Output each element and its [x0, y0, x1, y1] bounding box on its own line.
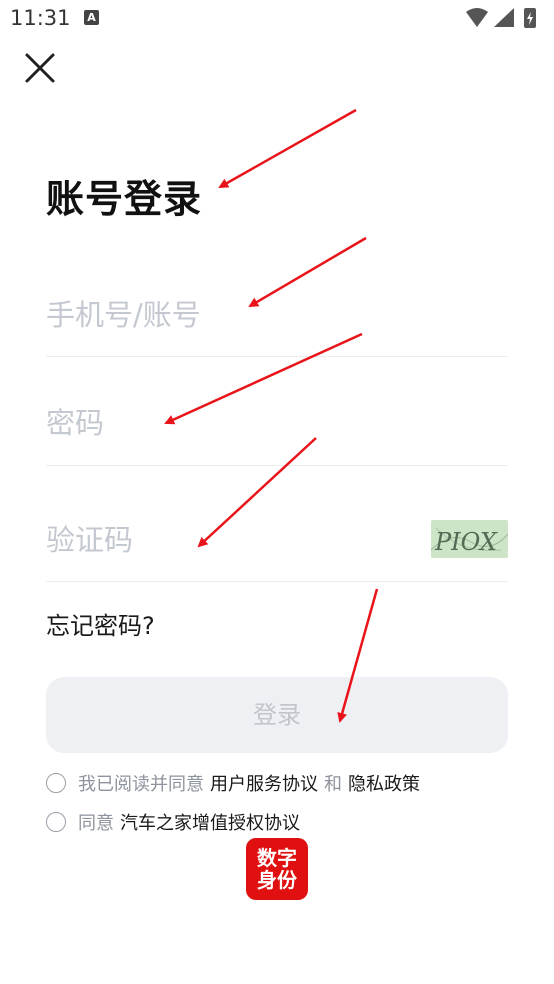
agreement-radio[interactable] — [46, 773, 66, 793]
divider — [46, 356, 508, 357]
agreement-prefix-2: 同意 — [78, 813, 114, 834]
page-title: 账号登录 — [46, 177, 203, 221]
close-button[interactable] — [22, 50, 58, 86]
captcha-image[interactable]: PIOX — [431, 520, 508, 558]
agreement-row-1: 我已阅读并同意 用户服务协议 和 隐私政策 — [46, 770, 420, 796]
close-icon — [25, 53, 55, 83]
account-input[interactable]: 手机号/账号 — [46, 292, 508, 342]
forgot-password-link[interactable]: 忘记密码? — [46, 606, 155, 641]
digital-id-button[interactable]: 数字身份 — [246, 838, 308, 900]
agreement-row-2: 同意 汽车之家增值授权协议 — [46, 809, 300, 835]
login-button[interactable]: 登录 — [46, 677, 508, 753]
agreement-prefix: 我已阅读并同意 — [78, 774, 204, 795]
captcha-input[interactable]: 验证码 — [46, 517, 416, 567]
status-icons — [464, 7, 544, 33]
captcha-text: PIOX — [434, 528, 498, 556]
divider — [46, 465, 508, 466]
captcha-placeholder: 验证码 — [46, 523, 134, 557]
status-time: 11:31 — [10, 6, 71, 30]
password-input[interactable]: 密码 — [46, 400, 508, 450]
divider — [46, 581, 508, 582]
notification-icon: A — [84, 10, 99, 25]
digital-id-label: 数字身份 — [257, 846, 297, 892]
user-agreement-link[interactable]: 用户服务协议 — [210, 770, 318, 796]
password-placeholder: 密码 — [46, 406, 105, 440]
privacy-policy-link[interactable]: 隐私政策 — [348, 770, 420, 796]
agreement-and: 和 — [324, 774, 342, 795]
annotation-arrows — [164, 108, 379, 723]
annotation-arrow — [218, 108, 357, 189]
wifi-icon — [466, 8, 488, 27]
captcha-graphic: PIOX — [431, 527, 508, 556]
value-added-radio[interactable] — [46, 812, 66, 832]
signal-icon — [494, 8, 514, 27]
account-placeholder: 手机号/账号 — [46, 298, 201, 332]
value-added-agreement-link[interactable]: 汽车之家增值授权协议 — [120, 809, 300, 835]
